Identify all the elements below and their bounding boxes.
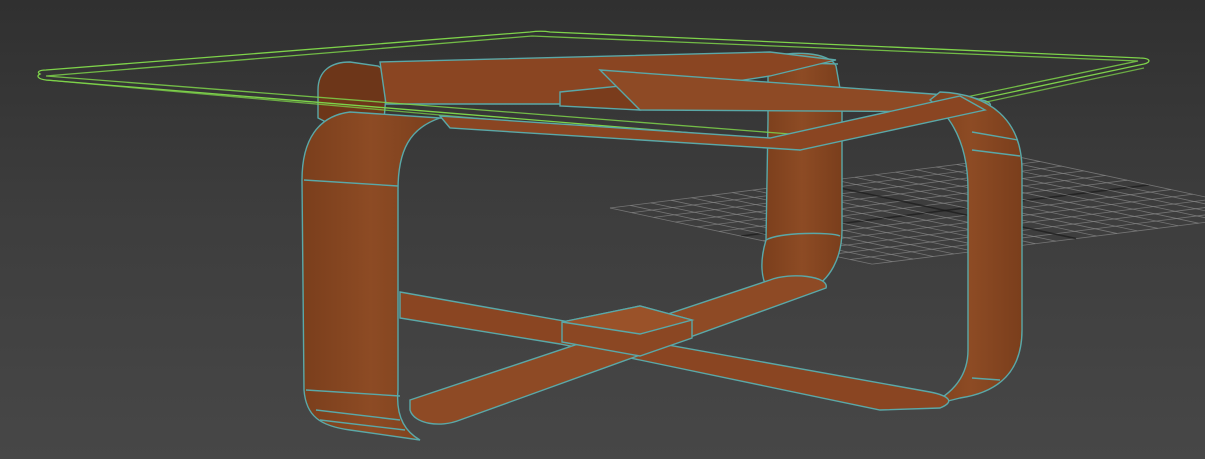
- grid-line: [813, 181, 1077, 240]
- frame-bottom-crossbars: [399, 275, 950, 425]
- frame-top-crossbars: [379, 51, 992, 113]
- grid-line: [895, 171, 1158, 229]
- grid-line: [834, 179, 1097, 237]
- perspective-viewport[interactable]: [0, 0, 1205, 459]
- grid-line: [630, 205, 893, 262]
- home-grid: [609, 156, 1205, 265]
- grid-line: [915, 169, 1179, 227]
- grid-line: [711, 194, 975, 252]
- viewport-canvas[interactable]: [0, 0, 1205, 459]
